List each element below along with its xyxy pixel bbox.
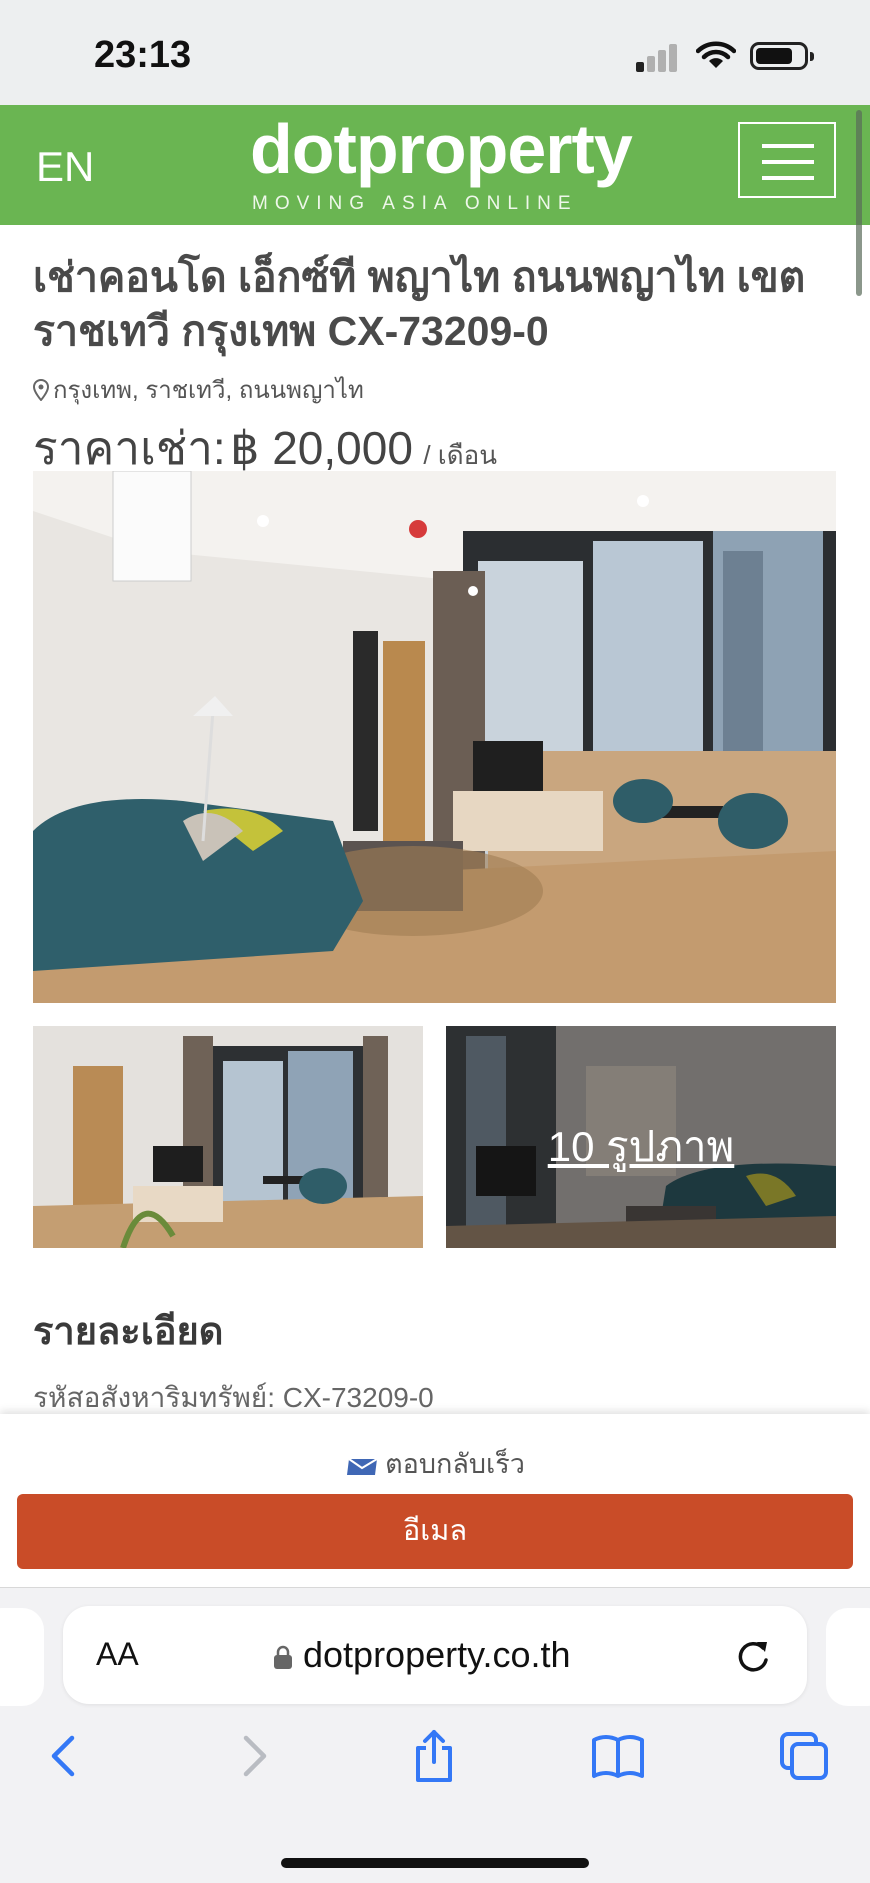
hamburger-menu-button[interactable] [738,122,836,198]
site-logo[interactable]: dotproperty [250,109,633,189]
browser-chrome: AA dotproperty.co.th [0,1587,870,1883]
cellular-signal-icon [636,42,680,72]
location-text: กรุงเทพ, ราชเทวี, ถนนพญาไท [53,377,364,404]
site-logo-tagline: MOVING ASIA ONLINE [252,193,578,214]
tabs-icon[interactable] [776,1728,832,1784]
location-pin-icon [32,378,50,402]
price-label: ราคาเช่า: [33,422,226,474]
email-button[interactable]: อีเมล [17,1494,853,1569]
site-header: EN dotproperty MOVING ASIA ONLINE [0,105,870,225]
quick-reply-label: ตอบกลับเร็ว [385,1449,525,1479]
home-indicator[interactable] [281,1858,589,1868]
lock-icon [274,1645,292,1669]
next-tab-preview[interactable] [826,1608,870,1706]
thumbnail-photo-more[interactable]: 10 รูปภาพ [446,1026,836,1248]
quick-reply-row: ตอบกลับเร็ว [0,1442,870,1485]
url-text: dotproperty.co.th [303,1634,571,1675]
photo-count-link[interactable]: 10 รูปภาพ [446,1114,836,1180]
listing-location: กรุงเทพ, ราชเทวี, ถนนพญาไท [32,370,364,409]
status-bar: 23:13 [0,0,870,105]
address-bar[interactable]: AA dotproperty.co.th [63,1606,807,1704]
forward-icon[interactable] [224,1728,280,1784]
price-value: ฿ 20,000 [230,422,413,474]
dining-area-photo [33,1026,423,1248]
bookmarks-icon[interactable] [590,1728,646,1784]
page-scrollbar[interactable] [856,110,862,296]
language-switch[interactable]: EN [36,143,94,191]
reload-icon[interactable] [733,1636,773,1676]
previous-tab-preview[interactable] [0,1608,44,1706]
envelope-icon [347,1458,378,1475]
battery-icon [750,42,814,70]
main-listing-photo[interactable] [33,471,836,1003]
price-unit: / เดือน [423,440,497,470]
details-heading: รายละเอียด [33,1311,224,1353]
back-icon[interactable] [38,1728,94,1784]
thumbnail-photo-1[interactable] [33,1026,423,1248]
share-icon[interactable] [406,1728,462,1784]
text-size-button[interactable]: AA [96,1636,139,1673]
listing-title: เช่าคอนโด เอ็กซ์ที พญาไท ถนนพญาไท เขตราช… [33,254,806,354]
wifi-icon [696,41,736,68]
living-room-photo [33,471,836,1003]
contact-bar: ตอบกลับเร็ว อีเมล [0,1414,870,1587]
url-display[interactable]: dotproperty.co.th [273,1634,571,1676]
status-time: 23:13 [94,34,192,76]
